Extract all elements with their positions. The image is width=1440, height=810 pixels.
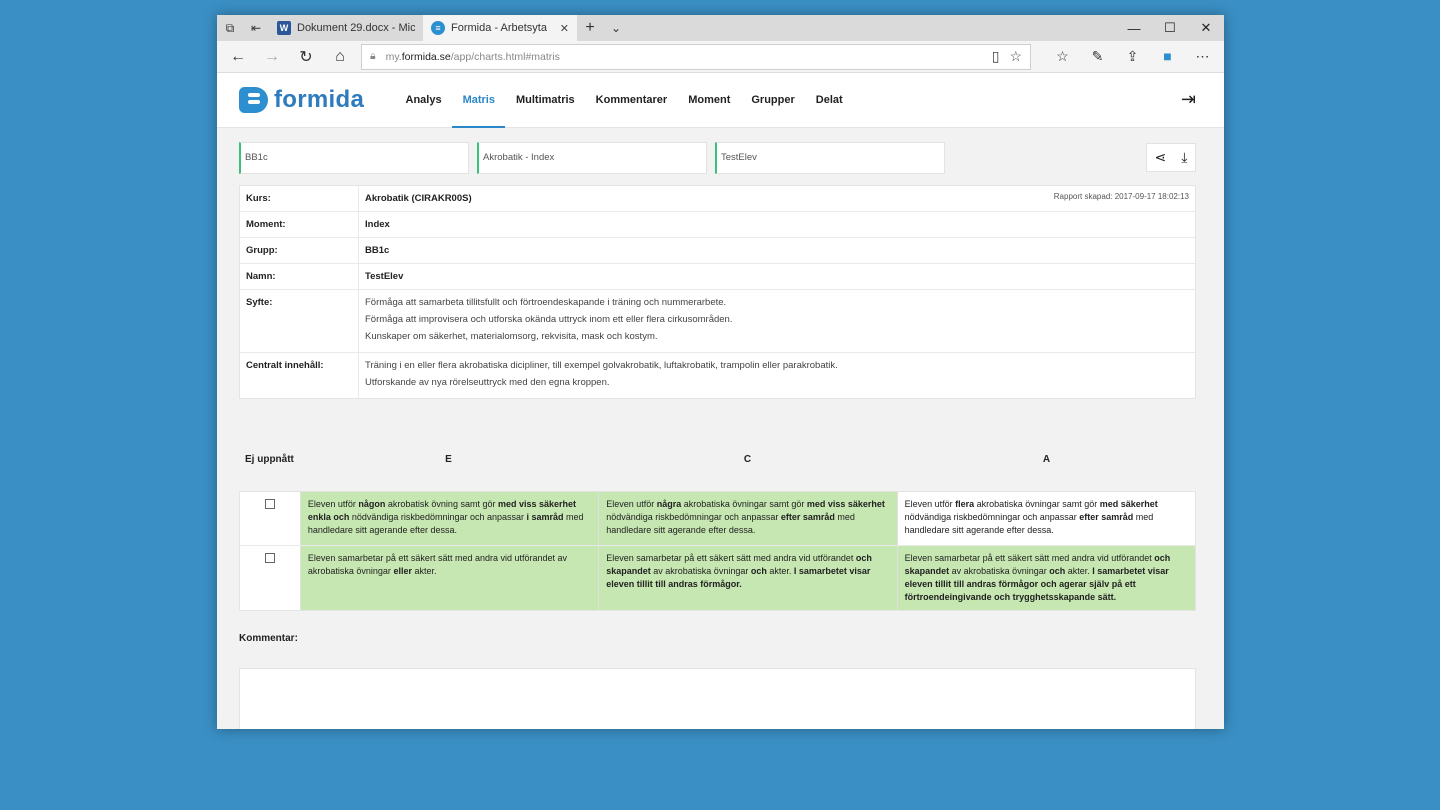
grade-a: A xyxy=(1042,454,1051,465)
reading-view-icon[interactable]: ▯ xyxy=(992,48,1000,65)
pen-icon[interactable]: ✎ xyxy=(1080,48,1115,65)
moment-selector[interactable]: Akrobatik - Index xyxy=(477,142,707,174)
not-achieved-checkbox[interactable] xyxy=(264,553,275,563)
moment-value: Index xyxy=(365,219,390,230)
grupp-label: Grupp: xyxy=(240,238,359,263)
moment-label: Moment: xyxy=(240,212,359,237)
page-content: formida Analys Matris Multimatris Kommen… xyxy=(217,73,1224,729)
group-selector[interactable]: BB1c xyxy=(239,142,469,174)
minimize-icon[interactable]: — xyxy=(1116,15,1152,41)
menu-moment[interactable]: Moment xyxy=(678,73,741,128)
centralt-label: Centralt innehåll: xyxy=(240,353,359,398)
favorites-icon[interactable]: ☆ xyxy=(1045,48,1080,65)
tab-title: Formida - Arbetsyta xyxy=(451,22,547,34)
syfte-value: Förmåga att samarbeta tillitsfullt och f… xyxy=(365,297,733,342)
new-tab-icon[interactable]: + xyxy=(577,15,603,41)
grade-none: Ej uppnått xyxy=(245,454,294,465)
set-aside-tabs-icon[interactable]: ⇤ xyxy=(243,15,269,41)
formida-icon: ≡ xyxy=(431,21,445,35)
app-navbar: formida Analys Matris Multimatris Kommen… xyxy=(217,73,1224,128)
menu-grupper[interactable]: Grupper xyxy=(741,73,805,128)
logo-text: formida xyxy=(274,86,365,113)
close-tab-icon[interactable]: ✕ xyxy=(560,22,569,35)
course-info-table: Kurs: Akrobatik (CIRAKR00S) Rapport skap… xyxy=(239,185,1196,399)
address-bar: ← → ↻ ⌂ 🔒︎ my.formida.se/app/charts.html… xyxy=(217,41,1224,73)
syfte-label: Syfte: xyxy=(240,290,359,352)
tab-title: Dokument 29.docx - Micros xyxy=(297,22,415,34)
share-icon[interactable]: ⋖ xyxy=(1155,149,1167,166)
url-field[interactable]: 🔒︎ my.formida.se/app/charts.html#matris … xyxy=(361,43,1031,70)
centralt-value: Träning i en eller flera akrobatiska dic… xyxy=(365,360,838,388)
close-window-icon[interactable]: ✕ xyxy=(1188,15,1224,41)
refresh-icon[interactable]: ↻ xyxy=(289,47,323,67)
logout-icon[interactable]: ⇥ xyxy=(1181,89,1196,110)
share-icon[interactable]: ⇪ xyxy=(1115,48,1150,65)
kurs-label: Kurs: xyxy=(240,186,359,211)
not-achieved-checkbox[interactable] xyxy=(264,499,275,509)
word-icon: W xyxy=(277,21,291,35)
download-icon[interactable]: ⤓ xyxy=(1181,149,1187,166)
url-text: my.formida.se/app/charts.html#matris xyxy=(385,50,560,63)
more-icon[interactable]: ⋯ xyxy=(1185,48,1220,65)
matrix-cell-c[interactable]: Eleven samarbetar på ett säkert sätt med… xyxy=(598,546,897,610)
kurs-value: Akrobatik (CIRAKR00S) xyxy=(365,193,472,204)
menu-delat[interactable]: Delat xyxy=(805,73,853,128)
menu-kommentarer[interactable]: Kommentarer xyxy=(585,73,678,128)
tab-list-chevron-icon[interactable]: ⌄ xyxy=(603,15,629,41)
comment-label: Kommentar: xyxy=(239,633,298,644)
matrix-cell-a[interactable]: Eleven utför flera akrobatiska övningar … xyxy=(896,492,1195,545)
main-menu: Analys Matris Multimatris Kommentarer Mo… xyxy=(395,73,853,128)
grade-header: Ej uppnått E C A xyxy=(239,454,1196,465)
extension-icon[interactable]: ■ xyxy=(1150,48,1185,65)
matrix-cell-e[interactable]: Eleven utför någon akrobatisk övning sam… xyxy=(299,492,599,545)
grade-e: E xyxy=(445,454,452,465)
grade-c: C xyxy=(743,454,752,465)
grade-matrix: Eleven utför någon akrobatisk övning sam… xyxy=(239,491,1196,611)
formida-logo-icon xyxy=(239,87,268,113)
student-selector[interactable]: TestElev xyxy=(715,142,945,174)
matrix-cell-e[interactable]: Eleven samarbetar på ett säkert sätt med… xyxy=(299,546,599,610)
tab-formida[interactable]: ≡ Formida - Arbetsyta ✕ xyxy=(423,15,577,41)
grupp-value: BB1c xyxy=(365,245,390,256)
home-icon[interactable]: ⌂ xyxy=(323,48,357,66)
lock-icon: 🔒︎ xyxy=(370,50,376,62)
selectors: BB1c Akrobatik - Index TestElev xyxy=(239,142,945,174)
report-actions: ⋖ ⤓ xyxy=(1146,143,1196,172)
namn-label: Namn: xyxy=(240,264,359,289)
menu-matris[interactable]: Matris xyxy=(452,73,506,128)
matrix-cell-c[interactable]: Eleven utför några akrobatiska övningar … xyxy=(598,492,897,545)
tab-word-document[interactable]: W Dokument 29.docx - Micros xyxy=(269,15,423,41)
tab-bar: ⧉ ⇤ W Dokument 29.docx - Micros ≡ Formid… xyxy=(217,15,1224,41)
comment-textarea[interactable] xyxy=(239,668,1196,729)
namn-value: TestElev xyxy=(365,271,404,282)
forward-icon[interactable]: → xyxy=(255,48,289,66)
browser-window: ⧉ ⇤ W Dokument 29.docx - Micros ≡ Formid… xyxy=(217,15,1224,729)
formida-logo[interactable]: formida xyxy=(239,86,395,114)
menu-multimatris[interactable]: Multimatris xyxy=(505,73,585,128)
menu-analys[interactable]: Analys xyxy=(395,73,452,128)
matrix-row: Eleven utför någon akrobatisk övning sam… xyxy=(240,492,1195,546)
matrix-cell-a[interactable]: Eleven samarbetar på ett säkert sätt med… xyxy=(896,546,1195,610)
maximize-icon[interactable]: ☐ xyxy=(1152,15,1188,41)
report-created: Rapport skapad: 2017-09-17 18:02:13 xyxy=(1053,192,1189,201)
matrix-row: Eleven samarbetar på ett säkert sätt med… xyxy=(240,546,1195,610)
tab-preview-icon[interactable]: ⧉ xyxy=(217,15,243,41)
favorite-star-icon[interactable]: ☆ xyxy=(1009,48,1022,65)
back-icon[interactable]: ← xyxy=(221,48,255,66)
